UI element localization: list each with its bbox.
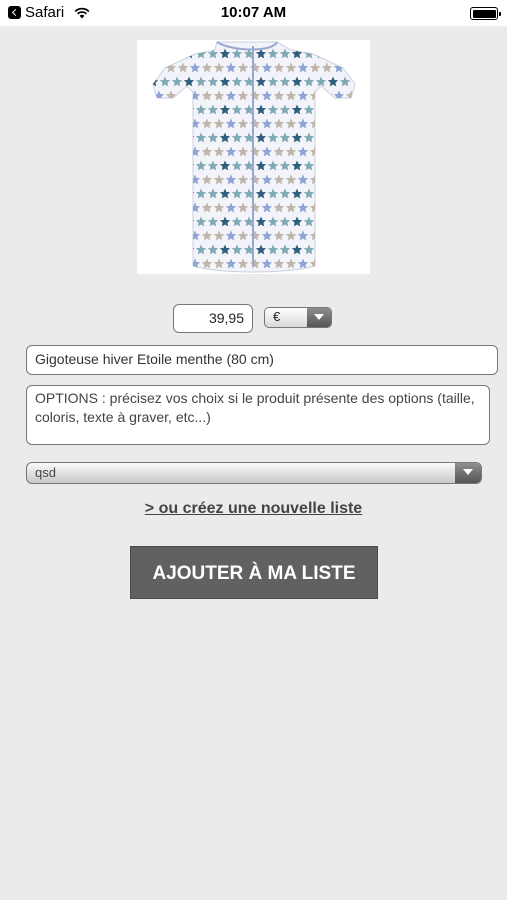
pattern-star	[159, 48, 171, 59]
pattern-star	[321, 202, 333, 213]
pattern-star	[177, 202, 189, 213]
pattern-star	[171, 48, 183, 59]
chevron-down-icon[interactable]	[307, 308, 331, 327]
pattern-star	[315, 132, 327, 143]
pattern-star	[153, 188, 159, 199]
pattern-star	[159, 244, 171, 255]
pattern-star	[315, 244, 327, 255]
product-image	[137, 40, 370, 274]
pattern-star	[165, 146, 177, 157]
currency-value: €	[273, 309, 281, 324]
pattern-star	[321, 174, 333, 185]
pattern-star	[321, 146, 333, 157]
pattern-star	[177, 258, 189, 269]
pattern-star	[333, 202, 345, 213]
pattern-star	[339, 188, 351, 199]
sleep-sack-image	[152, 41, 356, 273]
product-name-field[interactable]: Gigoteuse hiver Etoile menthe (80 cm)	[26, 345, 498, 375]
pattern-star	[165, 118, 177, 129]
pattern-star	[171, 160, 183, 171]
pattern-star	[315, 160, 327, 171]
list-select[interactable]: qsd	[26, 462, 482, 484]
currency-select[interactable]: €	[264, 307, 332, 328]
pattern-star	[321, 230, 333, 241]
pattern-star	[177, 230, 189, 241]
pattern-star	[327, 188, 339, 199]
pattern-star	[345, 146, 355, 157]
pattern-star	[315, 188, 327, 199]
pattern-star	[153, 48, 159, 59]
pattern-star	[345, 230, 355, 241]
pattern-star	[327, 48, 339, 59]
chevron-down-icon[interactable]	[455, 463, 481, 483]
pattern-star	[333, 230, 345, 241]
pattern-star	[153, 230, 165, 241]
pattern-star	[339, 216, 351, 227]
pattern-star	[339, 104, 351, 115]
battery-icon	[470, 7, 501, 20]
pattern-star	[153, 104, 159, 115]
pattern-star	[327, 160, 339, 171]
pattern-star	[165, 174, 177, 185]
pattern-star	[159, 216, 171, 227]
pattern-star	[345, 258, 355, 269]
pattern-star	[171, 104, 183, 115]
pattern-star	[345, 118, 355, 129]
pattern-star	[321, 118, 333, 129]
pattern-star	[159, 188, 171, 199]
status-bar: Safari 10:07 AM	[0, 0, 507, 26]
pattern-star	[339, 160, 351, 171]
create-new-list-link[interactable]: > ou créez une nouvelle liste	[0, 500, 507, 518]
pattern-star	[153, 244, 159, 255]
pattern-star	[159, 132, 171, 143]
pattern-star	[165, 258, 177, 269]
pattern-star	[345, 62, 355, 73]
pattern-star	[177, 174, 189, 185]
pattern-star	[153, 216, 159, 227]
pattern-star	[333, 146, 345, 157]
pattern-star	[153, 202, 165, 213]
pattern-star	[153, 258, 165, 269]
pattern-star	[315, 104, 327, 115]
pattern-star	[177, 146, 189, 157]
pattern-star	[177, 118, 189, 129]
pattern-star	[153, 160, 159, 171]
pattern-star	[327, 132, 339, 143]
pattern-star	[333, 174, 345, 185]
pattern-star	[153, 174, 165, 185]
pattern-star	[171, 188, 183, 199]
pattern-star	[153, 132, 159, 143]
pattern-star	[165, 230, 177, 241]
battery-level	[472, 9, 496, 18]
pattern-star	[339, 244, 351, 255]
pattern-star	[171, 132, 183, 143]
pattern-star	[153, 118, 165, 129]
pattern-star	[171, 244, 183, 255]
pattern-star	[339, 48, 351, 59]
pattern-star	[339, 132, 351, 143]
options-field[interactable]: OPTIONS : précisez vos choix si le produ…	[26, 385, 490, 445]
pattern-star	[327, 244, 339, 255]
pattern-star	[345, 174, 355, 185]
pattern-star	[171, 216, 183, 227]
pattern-star	[315, 216, 327, 227]
pattern-star	[345, 202, 355, 213]
pattern-star	[159, 104, 171, 115]
add-to-list-button[interactable]: AJOUTER À MA LISTE	[130, 546, 378, 599]
pattern-star	[165, 202, 177, 213]
pattern-star	[333, 258, 345, 269]
pattern-star	[153, 146, 165, 157]
pattern-star	[327, 104, 339, 115]
pattern-star	[327, 216, 339, 227]
pattern-star	[321, 258, 333, 269]
price-input[interactable]: 39,95	[173, 304, 253, 333]
list-select-value: qsd	[35, 465, 56, 480]
pattern-star	[333, 118, 345, 129]
clock: 10:07 AM	[220, 4, 287, 21]
pattern-star	[159, 160, 171, 171]
